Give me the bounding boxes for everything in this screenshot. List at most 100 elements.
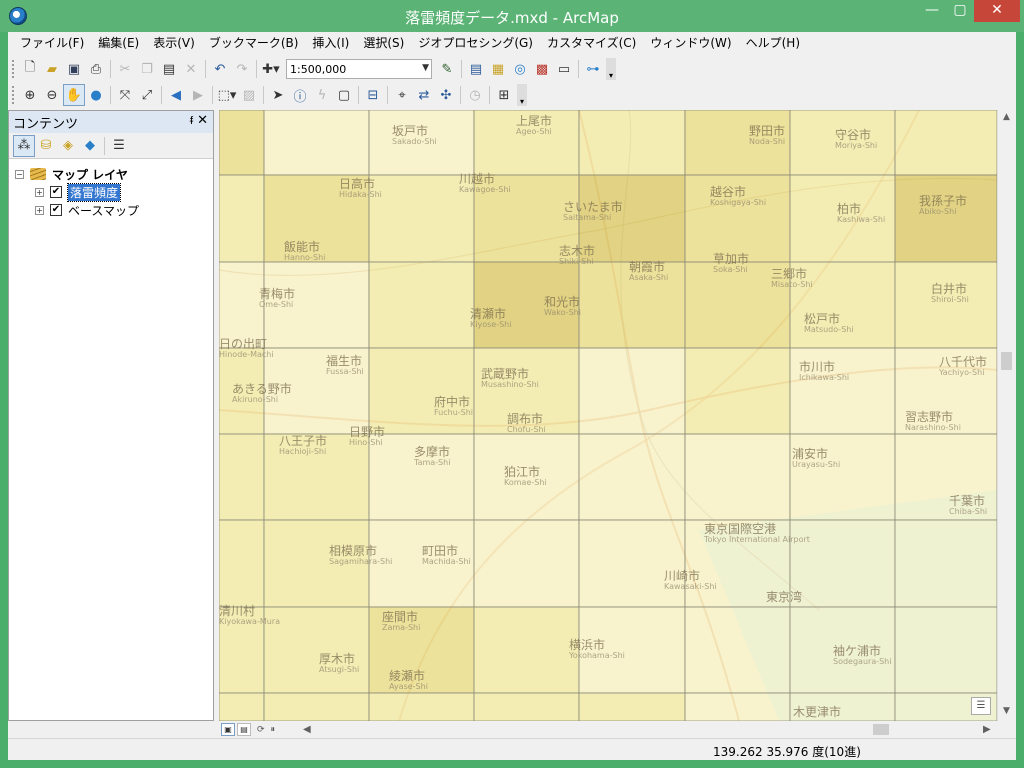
grid-cell[interactable] <box>219 174 265 263</box>
list-by-source-icon[interactable]: ⛁ <box>35 135 57 157</box>
menu-windows[interactable]: ウィンドウ(W) <box>643 32 738 54</box>
grid-cell[interactable] <box>789 519 896 608</box>
time-slider-icon[interactable]: ◷ <box>464 84 486 106</box>
search-window-icon[interactable]: ◎ <box>509 58 531 80</box>
close-button[interactable]: ✕ <box>974 0 1020 22</box>
python-window-icon[interactable]: ▭ <box>553 58 575 80</box>
tree-row-map-layers[interactable]: − マップ レイヤ <box>15 165 128 183</box>
data-view-button[interactable]: ▣ <box>221 723 235 736</box>
grid-cell[interactable] <box>368 692 475 721</box>
toolbar-grip[interactable] <box>12 86 15 104</box>
minimize-button[interactable]: — <box>918 0 946 22</box>
cut-icon[interactable]: ✂ <box>114 58 136 80</box>
select-features-icon[interactable]: ⬚▾ <box>216 84 238 106</box>
grid-cell[interactable] <box>894 261 997 349</box>
toolbar-grip[interactable] <box>12 60 15 78</box>
hyperlink-icon[interactable]: ϟ <box>311 84 333 106</box>
editor-toolbar-icon[interactable]: ✎ <box>436 58 458 80</box>
grid-cell[interactable] <box>894 519 997 608</box>
save-icon[interactable]: ▣ <box>63 58 85 80</box>
modelbuilder-icon[interactable]: ⊶ <box>582 58 604 80</box>
menu-help[interactable]: ヘルプ(H) <box>739 32 807 54</box>
tree-row-basemap[interactable]: + ✔ ベースマップ <box>35 201 139 219</box>
vertical-scroll-thumb[interactable] <box>1001 352 1012 370</box>
layer-visibility-checkbox[interactable]: ✔ <box>50 204 62 216</box>
list-by-selection-icon[interactable]: ◆ <box>79 135 101 157</box>
grid-cell[interactable] <box>473 606 580 694</box>
map-scale-combo[interactable]: 1:500,000 ▼ <box>286 59 432 79</box>
html-popup-icon[interactable]: ▢ <box>333 84 355 106</box>
grid-cell[interactable] <box>578 433 686 521</box>
new-document-icon[interactable]: 🗋 <box>19 58 41 80</box>
zoom-in-icon[interactable]: ⊕ <box>19 84 41 106</box>
grid-cell[interactable] <box>219 110 265 176</box>
menu-view[interactable]: 表示(V) <box>146 32 202 54</box>
open-folder-icon[interactable]: ▰ <box>41 58 63 80</box>
scroll-right-icon[interactable]: ▶ <box>983 724 991 735</box>
table-of-contents-icon[interactable]: ▤ <box>465 58 487 80</box>
pause-drawing-icon[interactable]: ⏸ <box>271 725 276 735</box>
fixed-zoom-out-icon[interactable]: ⤢ <box>136 84 158 106</box>
find-binoculars-icon[interactable]: ⌖ <box>391 84 413 106</box>
layer-label[interactable]: 落雷頻度 <box>66 182 122 202</box>
maximize-button[interactable]: ▢ <box>946 0 974 22</box>
pin-icon[interactable]: ᵮ <box>190 114 193 127</box>
go-back-icon[interactable]: ◀ <box>165 84 187 106</box>
menu-geoprocessing[interactable]: ジオプロセシング(G) <box>411 32 540 54</box>
go-to-xy-icon[interactable]: ✣ <box>435 84 457 106</box>
grid-cell[interactable] <box>684 433 791 521</box>
measure-icon[interactable]: ⊟ <box>362 84 384 106</box>
paste-icon[interactable]: ▤ <box>158 58 180 80</box>
grid-cell[interactable] <box>578 110 686 176</box>
find-route-icon[interactable]: ⇄ <box>413 84 435 106</box>
menu-customize[interactable]: カスタマイズ(C) <box>540 32 643 54</box>
menu-bookmarks[interactable]: ブックマーク(B) <box>202 32 306 54</box>
grid-cell[interactable] <box>219 692 265 721</box>
identify-icon[interactable]: ⓘ <box>289 84 311 106</box>
menu-insert[interactable]: 挿入(I) <box>305 32 356 54</box>
zoom-out-icon[interactable]: ⊖ <box>41 84 63 106</box>
layer-visibility-checkbox[interactable]: ✔ <box>50 186 62 198</box>
collapse-icon[interactable]: − <box>15 169 24 179</box>
refresh-icon[interactable]: ⟳ <box>257 725 265 735</box>
go-forward-icon[interactable]: ▶ <box>187 84 209 106</box>
scroll-up-icon[interactable]: ▲ <box>998 112 1015 122</box>
grid-cell[interactable] <box>368 347 475 435</box>
create-viewer-window-icon[interactable]: ⊞ <box>493 84 515 106</box>
grid-cell[interactable] <box>263 110 370 176</box>
expand-icon[interactable]: + <box>35 187 44 197</box>
scroll-down-icon[interactable]: ▼ <box>998 706 1015 716</box>
print-icon[interactable]: ⎙ <box>85 58 107 80</box>
grid-cell[interactable] <box>578 692 686 721</box>
grid-cell[interactable] <box>578 347 686 435</box>
tree-row-lightning-frequency[interactable]: + ✔ 落雷頻度 <box>35 182 122 202</box>
undo-icon[interactable]: ↶ <box>209 58 231 80</box>
grid-cell[interactable] <box>219 433 265 521</box>
copy-icon[interactable]: ❐ <box>136 58 158 80</box>
add-data-icon[interactable]: ✚▾ <box>260 58 282 80</box>
overview-toggle-icon[interactable]: ☰ <box>971 697 991 715</box>
layout-view-button[interactable]: ▤ <box>237 723 251 736</box>
grid-cell[interactable] <box>894 110 997 176</box>
options-icon[interactable]: ☰ <box>108 135 130 157</box>
grid-cell[interactable] <box>368 261 475 349</box>
clear-selection-icon[interactable]: ▨ <box>238 84 260 106</box>
grid-cell[interactable] <box>894 174 997 263</box>
arctoolbox-icon[interactable]: ▩ <box>531 58 553 80</box>
grid-cell[interactable] <box>473 519 580 608</box>
fixed-zoom-in-icon[interactable]: ⤧ <box>114 84 136 106</box>
grid-cell[interactable] <box>684 347 791 435</box>
menu-file[interactable]: ファイル(F) <box>13 32 91 54</box>
grid-cell[interactable] <box>578 519 686 608</box>
grid-cell[interactable] <box>684 606 791 694</box>
grid-cell[interactable] <box>684 692 791 721</box>
horizontal-scroll-thumb[interactable] <box>873 724 889 735</box>
delete-icon[interactable]: ✕ <box>180 58 202 80</box>
layer-label[interactable]: ベースマップ <box>68 202 139 219</box>
grid-cell[interactable] <box>473 692 580 721</box>
grid-cell[interactable] <box>263 692 370 721</box>
scroll-left-icon[interactable]: ◀ <box>303 724 311 735</box>
toolbar-overflow-icon[interactable]: ▾ <box>517 84 527 106</box>
grid-cell[interactable] <box>219 519 265 608</box>
map-display[interactable]: 坂戸市 Sakado-Shi 上尾市 Ageo-Shi 野田市 Noda-Shi 守谷市 Mo… <box>219 110 997 721</box>
